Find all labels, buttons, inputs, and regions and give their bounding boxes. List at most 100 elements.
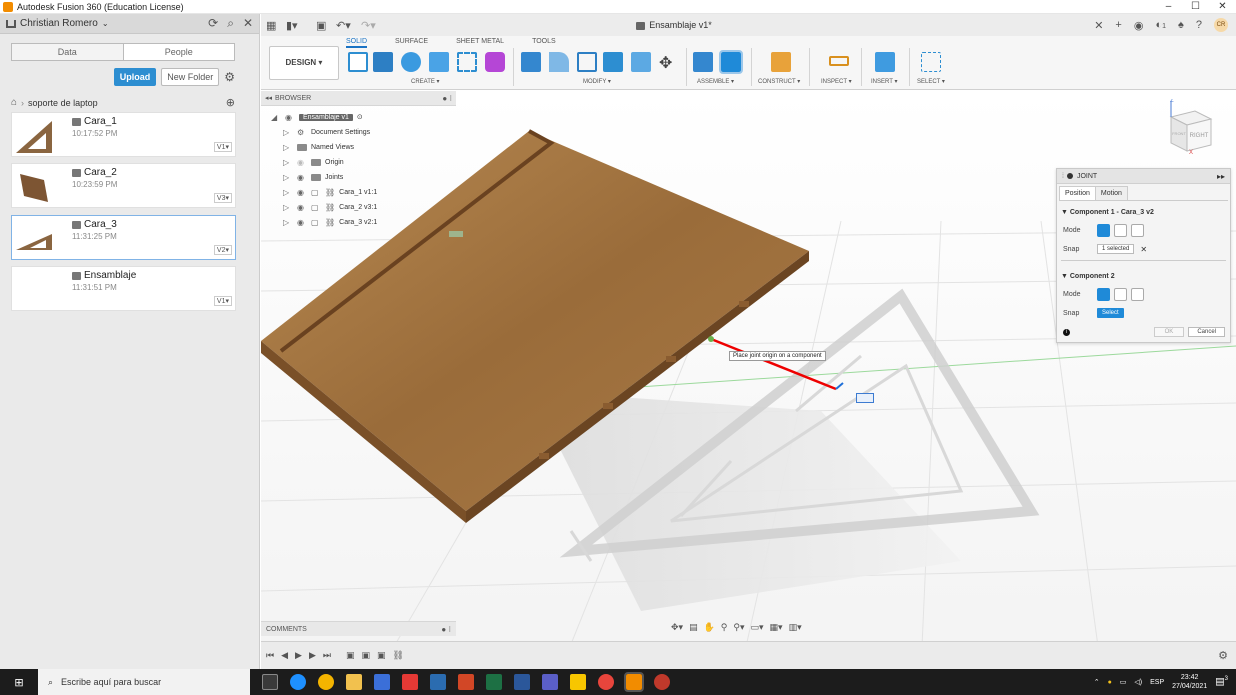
inspect-menu[interactable]: INSPECT ▾ xyxy=(821,78,852,85)
close-button[interactable]: ✕ xyxy=(1209,0,1236,14)
visibility-icon[interactable]: ◉ xyxy=(297,218,307,227)
tree-item-joints[interactable]: ▷ ◉ Joints xyxy=(283,170,343,184)
expand-dialog-icon[interactable]: ▸▸ xyxy=(1217,172,1225,181)
create-menu[interactable]: CREATE ▾ xyxy=(411,78,440,85)
ok-button[interactable]: OK xyxy=(1153,327,1185,337)
tree-item-origin[interactable]: ▷ ◉ Origin xyxy=(283,155,344,169)
form-icon[interactable] xyxy=(485,52,505,72)
info-icon[interactable]: i xyxy=(1063,328,1070,336)
drag-handle-icon[interactable]: ⁞ xyxy=(1062,173,1064,180)
notifications-icon[interactable]: ♠ xyxy=(1178,19,1184,31)
version-badge[interactable]: V3▾ xyxy=(213,193,232,203)
fusion-360-taskbar-icon[interactable] xyxy=(624,672,644,692)
two-edge-intersection-icon[interactable] xyxy=(1131,287,1144,301)
windows-start-icon[interactable]: ⊞ xyxy=(0,676,38,689)
go-to-start-icon[interactable]: ⏮ xyxy=(266,650,274,661)
expand-icon[interactable]: ◢ xyxy=(271,113,281,122)
workspace-switcher[interactable]: DESIGN ▾ xyxy=(269,46,339,80)
tree-item-document-settings[interactable]: ▷ ⚙ Document Settings xyxy=(283,125,370,139)
collapse-icon[interactable]: ◂◂ xyxy=(265,94,272,102)
between-two-faces-icon[interactable] xyxy=(1114,287,1127,301)
show-hidden-icons[interactable]: ⌃ xyxy=(1094,678,1100,686)
tree-item-cara-1[interactable]: ▷ ◉ ▢ ⛓ Cara_1 v1:1 xyxy=(283,185,377,199)
timeline-feature-icon[interactable]: ▣ xyxy=(362,650,371,661)
go-to-end-icon[interactable]: ⏭ xyxy=(323,650,331,661)
file-card-ensamblaje[interactable]: Ensamblaje 11:31:51 PM V1▾ xyxy=(11,266,236,311)
tab-tools[interactable]: TOOLS xyxy=(532,38,556,48)
mini-toolbar-icon[interactable] xyxy=(856,393,874,403)
shell-icon[interactable] xyxy=(577,52,597,72)
visibility-icon[interactable]: ◉ xyxy=(297,203,307,212)
expand-icon[interactable]: ▷ xyxy=(283,143,293,152)
tab-people[interactable]: People xyxy=(124,44,235,60)
two-edge-intersection-icon[interactable] xyxy=(1131,223,1144,237)
tab-sheet-metal[interactable]: SHEET METAL xyxy=(456,38,504,48)
timeline-feature-icon[interactable]: ▣ xyxy=(377,650,386,661)
app-icon[interactable] xyxy=(430,674,446,690)
excel-icon[interactable] xyxy=(486,674,502,690)
modify-menu[interactable]: MODIFY ▾ xyxy=(583,78,611,85)
user-menu[interactable]: Christian Romero xyxy=(20,18,98,29)
tab-surface[interactable]: SURFACE xyxy=(395,38,428,48)
tree-item-named-views[interactable]: ▷ Named Views xyxy=(283,140,354,154)
gear-icon[interactable]: ⚙ xyxy=(224,70,235,84)
root-component-label[interactable]: Ensamblaje v1 xyxy=(299,113,353,121)
close-panel-icon[interactable]: ✕ xyxy=(243,16,253,31)
version-badge[interactable]: V2▾ xyxy=(213,245,232,255)
acrobat-icon[interactable] xyxy=(402,674,418,690)
taskbar-search[interactable]: ⌕ Escribe aquí para buscar xyxy=(38,669,250,695)
joint-origin-marker[interactable] xyxy=(708,336,714,342)
gear-icon[interactable]: ⚙ xyxy=(1218,649,1228,662)
hole-icon[interactable] xyxy=(429,52,449,72)
view-cube-front[interactable]: FRONT xyxy=(1172,131,1186,136)
press-pull-icon[interactable] xyxy=(521,52,541,72)
visibility-off-icon[interactable]: ◉ xyxy=(297,158,307,167)
expand-icon[interactable]: ▷ xyxy=(283,173,293,182)
file-card-cara-3[interactable]: Cara_3 11:31:25 PM V2▾ xyxy=(11,215,236,260)
visibility-icon[interactable]: ◉ xyxy=(285,113,295,122)
between-two-faces-icon[interactable] xyxy=(1114,223,1127,237)
document-tab[interactable]: Ensamblaje v1* xyxy=(291,14,1057,36)
select-icon[interactable] xyxy=(921,52,941,72)
save-icon[interactable]: ▣ xyxy=(316,19,326,32)
look-at-icon[interactable]: ▤ xyxy=(689,622,698,633)
new-folder-button[interactable]: New Folder xyxy=(161,68,220,86)
visibility-icon[interactable]: ◉ xyxy=(297,173,307,182)
network-icon[interactable]: ▭ xyxy=(1120,678,1127,686)
pan-icon[interactable]: ✋ xyxy=(704,622,715,633)
search-icon[interactable]: ⌕ xyxy=(227,16,234,31)
job-status-icon[interactable]: ◐1 xyxy=(1155,19,1166,31)
breadcrumb-project[interactable]: soporte de laptop xyxy=(28,98,98,108)
edge-icon[interactable] xyxy=(290,674,306,690)
joint-icon[interactable] xyxy=(719,50,743,74)
file-card-cara-2[interactable]: Cara_2 10:23:59 PM V3▾ xyxy=(11,163,236,208)
play-icon[interactable]: ▶ xyxy=(295,650,302,661)
share-icon[interactable]: ⊕ xyxy=(226,96,235,109)
version-badge[interactable]: V1▾ xyxy=(213,142,232,152)
home-icon[interactable]: ⌂ xyxy=(11,97,17,108)
cancel-button[interactable]: Cancel xyxy=(1188,327,1225,337)
viewport-canvas[interactable]: ◂◂ BROWSER ● ⁝ ◢ ◉ Ensamblaje v1 ⊙ ▷ ⚙ D… xyxy=(261,91,1236,669)
step-forward-icon[interactable]: ▶ xyxy=(309,650,316,661)
redo-icon[interactable]: ↷▾ xyxy=(361,19,376,32)
tab-solid[interactable]: SOLID xyxy=(346,38,368,48)
undo-icon[interactable]: ↶▾ xyxy=(336,19,351,32)
tab-position[interactable]: Position xyxy=(1059,186,1096,200)
activate-icon[interactable]: ⊙ xyxy=(357,113,363,121)
pin-icon[interactable]: ● ⁝ xyxy=(442,94,452,103)
extrude-icon[interactable] xyxy=(373,52,393,72)
tree-item-cara-3[interactable]: ▷ ◉ ▢ ⛓ Cara_3 v2:1 xyxy=(283,215,377,229)
help-icon[interactable]: ? xyxy=(1196,19,1202,31)
clock[interactable]: 23:42 27/04/2021 xyxy=(1172,673,1207,691)
pin-icon[interactable]: ● ⁝ xyxy=(441,625,451,634)
offset-plane-icon[interactable] xyxy=(771,52,791,72)
file-explorer-icon[interactable] xyxy=(346,674,362,690)
avatar[interactable]: CR xyxy=(1214,18,1228,32)
expand-icon[interactable]: ▷ xyxy=(283,218,293,227)
expand-icon[interactable]: ▷ xyxy=(283,158,293,167)
close-tab-icon[interactable]: ✕ xyxy=(1094,19,1103,32)
expand-icon[interactable]: ▷ xyxy=(283,188,293,197)
word-icon[interactable] xyxy=(514,674,530,690)
refresh-icon[interactable]: ⟳ xyxy=(208,16,218,31)
task-view-icon[interactable] xyxy=(262,674,278,690)
